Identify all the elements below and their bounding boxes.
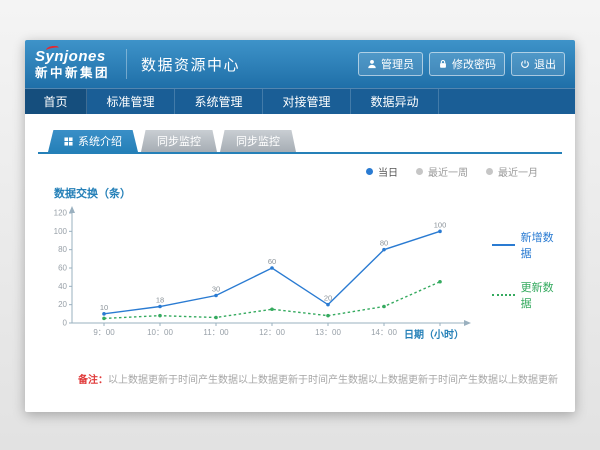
nav-item-system-mgmt[interactable]: 系统管理: [175, 89, 263, 114]
legend-item-0: 新增数据: [492, 229, 562, 261]
tab-sync-monitor-1[interactable]: 同步监控: [141, 130, 217, 152]
svg-text:日期（小时）: 日期（小时）: [404, 328, 464, 341]
y-axis-title: 数据交换（条）: [54, 185, 562, 201]
tab-system-intro[interactable]: 系统介绍: [48, 130, 138, 152]
content-area: 系统介绍 同步监控 同步监控 当日 最近一周: [25, 114, 575, 386]
svg-text:18: 18: [156, 296, 164, 305]
svg-text:60: 60: [268, 257, 276, 266]
svg-text:100: 100: [434, 220, 447, 229]
range-filters: 当日 最近一周 最近一月: [38, 164, 562, 179]
nav-item-standard-mgmt[interactable]: 标准管理: [87, 89, 175, 114]
nav-item-home[interactable]: 首页: [25, 89, 87, 114]
svg-text:12：00: 12：00: [259, 328, 285, 337]
svg-text:60: 60: [58, 264, 67, 273]
admin-user-label: 管理员: [381, 56, 414, 72]
series-legend: 新增数据 更新数据: [492, 229, 562, 311]
footnote: 备注：以上数据更新于时间产生数据以上数据更新于时间产生数据以上数据更新于时间产生…: [78, 371, 558, 386]
filter-dot-icon: [416, 168, 423, 175]
change-password-label: 修改密码: [452, 56, 496, 72]
svg-text:13：00: 13：00: [315, 328, 341, 337]
filter-last-month[interactable]: 最近一月: [486, 164, 538, 179]
tab-system-intro-label: 系统介绍: [78, 133, 122, 149]
legend-line-dotted-icon: [492, 294, 515, 296]
svg-text:10：00: 10：00: [147, 328, 173, 337]
legend-label-update-data: 更新数据: [521, 279, 562, 311]
user-actions: 管理员 修改密码 退出: [358, 52, 565, 76]
filter-today[interactable]: 当日: [366, 164, 398, 179]
svg-text:9：00: 9：00: [93, 328, 115, 337]
filter-today-label: 当日: [378, 164, 398, 179]
svg-text:30: 30: [212, 285, 220, 294]
admin-user-button[interactable]: 管理员: [358, 52, 423, 76]
svg-text:120: 120: [54, 209, 68, 218]
change-password-button[interactable]: 修改密码: [429, 52, 505, 76]
nav-item-integration-mgmt[interactable]: 对接管理: [263, 89, 351, 114]
svg-text:11：00: 11：00: [203, 328, 229, 337]
svg-text:14：00: 14：00: [371, 328, 397, 337]
logo-text-cn: 新中新集团: [35, 67, 110, 80]
filter-last-month-label: 最近一月: [498, 164, 538, 179]
tab-sync-monitor-2-label: 同步监控: [236, 133, 280, 149]
logout-button[interactable]: 退出: [511, 52, 565, 76]
legend-line-solid-icon: [492, 244, 515, 246]
svg-text:80: 80: [380, 239, 388, 248]
power-icon: [520, 59, 530, 69]
brand-logo: Synjones 新中新集团: [35, 49, 110, 80]
svg-text:100: 100: [54, 227, 68, 236]
top-header: Synjones 新中新集团 数据资源中心 管理员 修改密码 退出: [25, 40, 575, 88]
nav-item-data-change[interactable]: 数据异动: [351, 89, 439, 114]
svg-text:10: 10: [100, 303, 108, 312]
filter-dot-icon: [486, 168, 493, 175]
filter-last-week-label: 最近一周: [428, 164, 468, 179]
svg-text:40: 40: [58, 282, 67, 291]
grid-icon: [64, 137, 73, 146]
tab-sync-monitor-2[interactable]: 同步监控: [220, 130, 296, 152]
logout-label: 退出: [534, 56, 556, 72]
tab-sync-monitor-1-label: 同步监控: [157, 133, 201, 149]
main-nav: 首页 标准管理 系统管理 对接管理 数据异动: [25, 88, 575, 114]
chart-row: 0 20 40 60 80 100 120 9：00 10：00 11：00 12：00 13：00 1…: [38, 201, 562, 353]
svg-text:20: 20: [324, 294, 332, 303]
app-window: Synjones 新中新集团 数据资源中心 管理员 修改密码 退出: [25, 40, 575, 412]
legend-label-new-data: 新增数据: [521, 229, 562, 261]
svg-text:20: 20: [58, 300, 67, 309]
desktop-background: Synjones 新中新集团 数据资源中心 管理员 修改密码 退出: [0, 0, 600, 450]
page-title: 数据资源中心: [126, 49, 240, 79]
line-chart: 0 20 40 60 80 100 120 9：00 10：00 11：00 12：00 13：00 1…: [44, 201, 490, 353]
lock-icon: [438, 59, 448, 69]
footnote-text: 以上数据更新于时间产生数据以上数据更新于时间产生数据以上数据更新于时间产生数据以…: [108, 375, 558, 386]
user-icon: [367, 59, 377, 69]
chart-panel: 当日 最近一周 最近一月 数据交换（条） 0 20 40 60 80 100 120 9：00…: [38, 154, 562, 386]
filter-dot-icon: [366, 168, 373, 175]
svg-text:80: 80: [58, 245, 67, 254]
filter-last-week[interactable]: 最近一周: [416, 164, 468, 179]
legend-item-1: 更新数据: [492, 279, 562, 311]
tab-bar: 系统介绍 同步监控 同步监控: [38, 130, 562, 154]
footnote-label: 备注：: [78, 375, 108, 386]
svg-text:0: 0: [63, 319, 68, 328]
